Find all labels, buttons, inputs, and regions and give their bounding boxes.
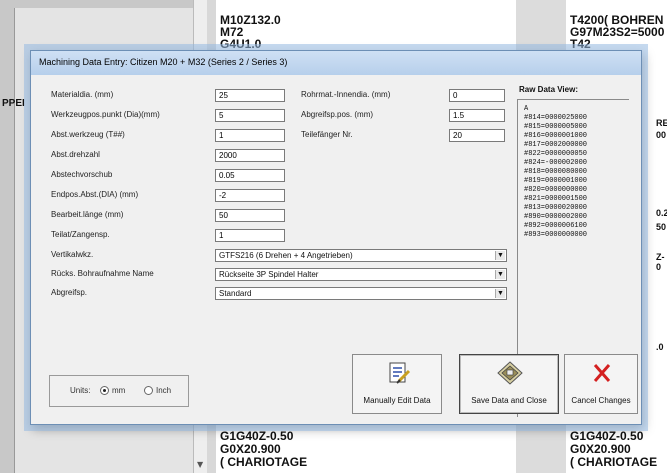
dialog-title[interactable]: Machining Data Entry: Citizen M20 + M32 … — [31, 51, 641, 75]
teilefaenger-input[interactable] — [449, 129, 505, 142]
raw-data-line: #814=0000025000 — [524, 114, 588, 122]
raw-data-line: #816=0000001000 — [524, 132, 588, 140]
scroll-down-icon[interactable]: ▼ — [197, 460, 203, 469]
vertikalwkz-select[interactable]: GTFS216 (6 Drehen + 4 Angetrieben) ▼ — [215, 249, 507, 262]
save-data-and-close-button[interactable]: Save Data and Close — [459, 354, 559, 414]
raw-data-line: #817=0002000000 — [524, 141, 588, 149]
abgreifsp-label: Abgreifsp. — [51, 288, 88, 297]
materialdia-label: Materialdia. (mm) — [51, 90, 114, 99]
background-fragment: PPEI — [2, 98, 25, 109]
raw-data-line: #820=0000000000 — [524, 186, 588, 194]
background-fragment: RE — [656, 118, 667, 128]
raw-data-line: A — [524, 105, 529, 113]
code-line: ( CHARIOTAGE — [570, 455, 658, 469]
endpos-abst-label: Endpos.Abst.(DIA) (mm) — [51, 190, 139, 199]
bohraufnahme-select[interactable]: Rückseite 3P Spindel Halter ▼ — [215, 268, 507, 281]
vertikalwkz-value: GTFS216 (6 Drehen + 4 Angetrieben) — [219, 251, 353, 260]
abstechvorschub-label: Abstechvorschub — [51, 170, 113, 179]
save-data-and-close-label: Save Data and Close — [471, 396, 547, 405]
background-fragment: .0 — [656, 342, 664, 352]
raw-data-line: #893=0000000000 — [524, 231, 588, 239]
background-fragment: 0.2 — [656, 208, 667, 218]
manually-edit-data-button[interactable]: Manually Edit Data — [352, 354, 442, 414]
abstechvorschub-input[interactable] — [215, 169, 285, 182]
units-mm-label[interactable]: mm — [112, 386, 125, 395]
abst-drehzahl-input[interactable] — [215, 149, 285, 162]
abst-werkzeug-input[interactable] — [215, 129, 285, 142]
save-disk-icon — [497, 361, 523, 385]
teilat-zangensp-label: Teilat/Zangensp. — [51, 230, 110, 239]
raw-data-line: #819=0000001000 — [524, 177, 588, 185]
teilat-zangensp-input[interactable] — [215, 229, 285, 242]
bohraufnahme-value: Rückseite 3P Spindel Halter — [219, 270, 319, 279]
units-group: Units: mm Inch — [49, 375, 189, 407]
machining-data-dialog: Machining Data Entry: Citizen M20 + M32 … — [30, 50, 642, 425]
rohrmat-innendia-input[interactable] — [449, 89, 505, 102]
chevron-down-icon[interactable]: ▼ — [495, 251, 505, 260]
raw-data-line: #890=0000002000 — [524, 213, 588, 221]
units-mm-radio[interactable] — [100, 386, 109, 395]
code-line: G4U1.0 — [220, 37, 262, 51]
abst-werkzeug-label: Abst.werkzeug (T##) — [51, 130, 125, 139]
chevron-down-icon[interactable]: ▼ — [495, 270, 505, 279]
werkzeugpos-label: Werkzeugpos.punkt (Dia)(mm) — [51, 110, 160, 119]
endpos-abst-input[interactable] — [215, 189, 285, 202]
abst-drehzahl-label: Abst.drehzahl — [51, 150, 100, 159]
chevron-down-icon[interactable]: ▼ — [495, 289, 505, 298]
units-label: Units: — [70, 386, 91, 395]
raw-data-line: #813=0000020000 — [524, 204, 588, 212]
manually-edit-data-label: Manually Edit Data — [363, 396, 431, 405]
werkzeugpos-input[interactable] — [215, 109, 285, 122]
units-inch-label[interactable]: Inch — [156, 386, 171, 395]
background-fragment: 50 — [656, 222, 667, 232]
bearbeit-laenge-input[interactable] — [215, 209, 285, 222]
bohraufnahme-label: Rücks. Bohraufnahme Name — [51, 269, 154, 278]
raw-data-title: Raw Data View: — [519, 85, 578, 94]
cancel-changes-label: Cancel Changes — [571, 396, 631, 405]
background-fragment: Z-0 — [656, 252, 665, 272]
cancel-changes-button[interactable]: Cancel Changes — [564, 354, 638, 414]
code-line: G0X20.900 — [220, 442, 281, 456]
background-fragment: 00 — [656, 130, 667, 140]
edit-document-icon — [389, 362, 411, 384]
abgreifsp-pos-label: Abgreifsp.pos. (mm) — [301, 110, 374, 119]
code-line: G1G40Z-0.50 — [570, 429, 644, 443]
code-line: G0X20.900 — [570, 442, 631, 456]
code-line: G1G40Z-0.50 — [220, 429, 294, 443]
close-x-icon — [593, 364, 611, 382]
rohrmat-innendia-label: Rohrmat.-Innendia. (mm) — [301, 90, 391, 99]
units-inch-radio[interactable] — [144, 386, 153, 395]
raw-data-line: #822=0000000050 — [524, 150, 588, 158]
abgreifsp-select[interactable]: Standard ▼ — [215, 287, 507, 300]
bearbeit-laenge-label: Bearbeit.länge (mm) — [51, 210, 124, 219]
raw-data-line: #892=0000006100 — [524, 222, 588, 230]
materialdia-input[interactable] — [215, 89, 285, 102]
raw-data-line: #818=0000080000 — [524, 168, 588, 176]
raw-data-line: #824=-000002000 — [524, 159, 588, 167]
vertikalwkz-label: Vertikalwkz. — [51, 250, 94, 259]
raw-data-line: #815=0000005000 — [524, 123, 588, 131]
code-line: T42 — [570, 37, 591, 51]
teilefaenger-label: Teilefänger Nr. — [301, 130, 353, 139]
raw-data-line: #821=0000001500 — [524, 195, 588, 203]
abgreifsp-pos-input[interactable] — [449, 109, 505, 122]
code-line: ( CHARIOTAGE — [220, 455, 308, 469]
abgreifsp-value: Standard — [219, 289, 252, 298]
